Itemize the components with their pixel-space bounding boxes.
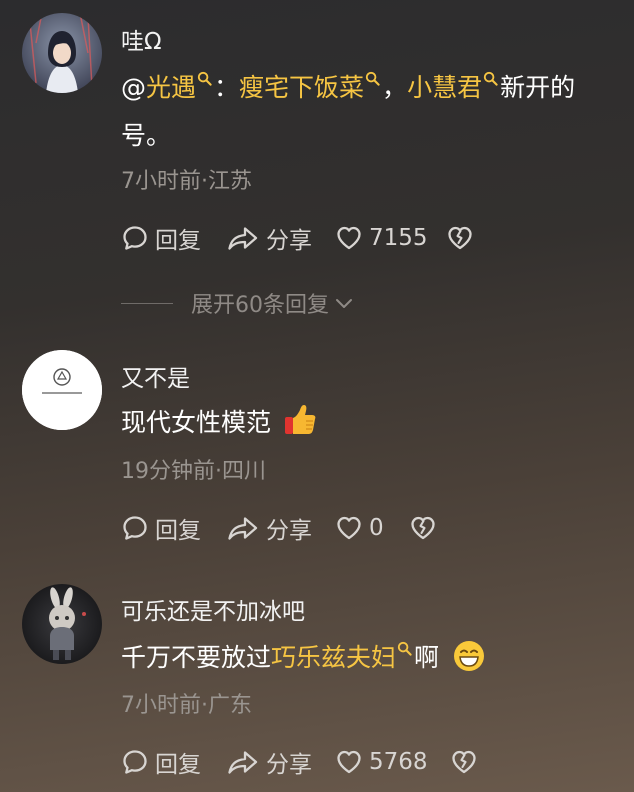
comment-text-content: 千万不要放过 bbox=[121, 643, 272, 672]
like-count: 5768 bbox=[369, 749, 428, 775]
text-suffix: 号。 bbox=[121, 121, 172, 150]
search-icon[interactable] bbox=[397, 641, 412, 656]
share-arrow-icon bbox=[226, 514, 260, 542]
comment-meta: 7小时前·江苏 bbox=[121, 169, 252, 194]
share-label: 分享 bbox=[266, 518, 312, 544]
heart-icon bbox=[335, 224, 363, 252]
text-separator: ： bbox=[214, 73, 240, 102]
share-button[interactable]: 分享 bbox=[226, 221, 312, 255]
dislike-button[interactable] bbox=[446, 221, 474, 255]
share-arrow-icon bbox=[226, 224, 260, 252]
expand-replies-button[interactable]: 展开60条回复 bbox=[121, 288, 355, 318]
avatar[interactable] bbox=[22, 350, 102, 430]
comment-author[interactable]: 可乐还是不加冰吧 bbox=[121, 592, 305, 626]
comment-actions: 回复 分享 7155 bbox=[121, 221, 621, 255]
comment-bubble-icon bbox=[121, 514, 149, 542]
like-count: 0 bbox=[369, 515, 384, 541]
broken-heart-icon bbox=[446, 224, 474, 252]
thumbs-up-emoji bbox=[284, 405, 316, 434]
mention-link-xiaohuijun[interactable]: 小慧君 bbox=[407, 73, 482, 102]
like-button[interactable]: 0 bbox=[335, 511, 384, 545]
comment-bubble-icon bbox=[121, 224, 149, 252]
comment-item: 又不是 现代女性模范 19分钟前·四川 回复 分享 0 bbox=[0, 340, 634, 550]
share-button[interactable]: 分享 bbox=[226, 511, 312, 545]
mention-link-shouzhai[interactable]: 瘦宅下饭菜 bbox=[239, 73, 364, 102]
reply-label: 回复 bbox=[155, 518, 201, 544]
like-button[interactable]: 5768 bbox=[335, 745, 428, 779]
reply-button[interactable]: 回复 bbox=[121, 221, 201, 255]
comment-author[interactable]: 哇Ω bbox=[121, 22, 162, 56]
reply-button[interactable]: 回复 bbox=[121, 511, 201, 545]
comment-text-content: 现代女性模范 bbox=[121, 408, 272, 437]
comment-text: 现代女性模范 bbox=[121, 399, 611, 447]
dislike-button[interactable] bbox=[450, 745, 478, 779]
like-count: 7155 bbox=[369, 225, 428, 251]
search-icon[interactable] bbox=[483, 71, 498, 86]
grinning-face-emoji bbox=[454, 641, 484, 671]
comment-text: @光遇 ：瘦宅下饭菜 ，小慧君 新开的号。 bbox=[121, 64, 611, 160]
comment-item: 哇Ω @光遇 ：瘦宅下饭菜 ，小慧君 新开的号。 7小时前·江苏 回复 分享 7155 bbox=[0, 0, 634, 280]
avatar[interactable] bbox=[22, 13, 102, 93]
heart-icon bbox=[335, 514, 363, 542]
avatar[interactable] bbox=[22, 584, 102, 664]
comment-meta: 7小时前·广东 bbox=[121, 693, 252, 718]
hashtag-link[interactable]: 巧乐兹夫妇 bbox=[271, 643, 396, 672]
comment-actions: 回复 分享 0 bbox=[121, 511, 621, 545]
mention-link-guangyu[interactable]: 光遇 bbox=[146, 73, 196, 102]
share-label: 分享 bbox=[266, 228, 312, 254]
expand-replies-label: 展开60条回复 bbox=[191, 293, 329, 318]
broken-heart-icon bbox=[409, 514, 437, 542]
reply-label: 回复 bbox=[155, 228, 201, 254]
share-arrow-icon bbox=[226, 748, 260, 776]
divider-line bbox=[121, 302, 173, 304]
broken-heart-icon bbox=[450, 748, 478, 776]
comment-actions: 回复 分享 5768 bbox=[121, 745, 621, 779]
search-icon[interactable] bbox=[365, 71, 380, 86]
comment-author[interactable]: 又不是 bbox=[121, 359, 190, 393]
dislike-button[interactable] bbox=[409, 511, 437, 545]
chevron-down-icon bbox=[336, 299, 352, 308]
text-separator: ， bbox=[382, 73, 408, 102]
text-suffix: 新开的 bbox=[500, 73, 576, 102]
mention-prefix: @ bbox=[121, 73, 146, 102]
comment-text: 千万不要放过巧乐兹夫妇啊 bbox=[121, 634, 611, 682]
like-button[interactable]: 7155 bbox=[335, 221, 428, 255]
reply-label: 回复 bbox=[155, 752, 201, 778]
comment-meta: 19分钟前·四川 bbox=[121, 459, 266, 484]
reply-button[interactable]: 回复 bbox=[121, 745, 201, 779]
comment-item: 可乐还是不加冰吧 千万不要放过巧乐兹夫妇啊 7小时前·广东 回复 分享 5768 bbox=[0, 575, 634, 792]
search-icon[interactable] bbox=[197, 71, 212, 86]
share-button[interactable]: 分享 bbox=[226, 745, 312, 779]
comment-text-content: 啊 bbox=[414, 643, 440, 672]
comment-bubble-icon bbox=[121, 748, 149, 776]
share-label: 分享 bbox=[266, 752, 312, 778]
heart-icon bbox=[335, 748, 363, 776]
